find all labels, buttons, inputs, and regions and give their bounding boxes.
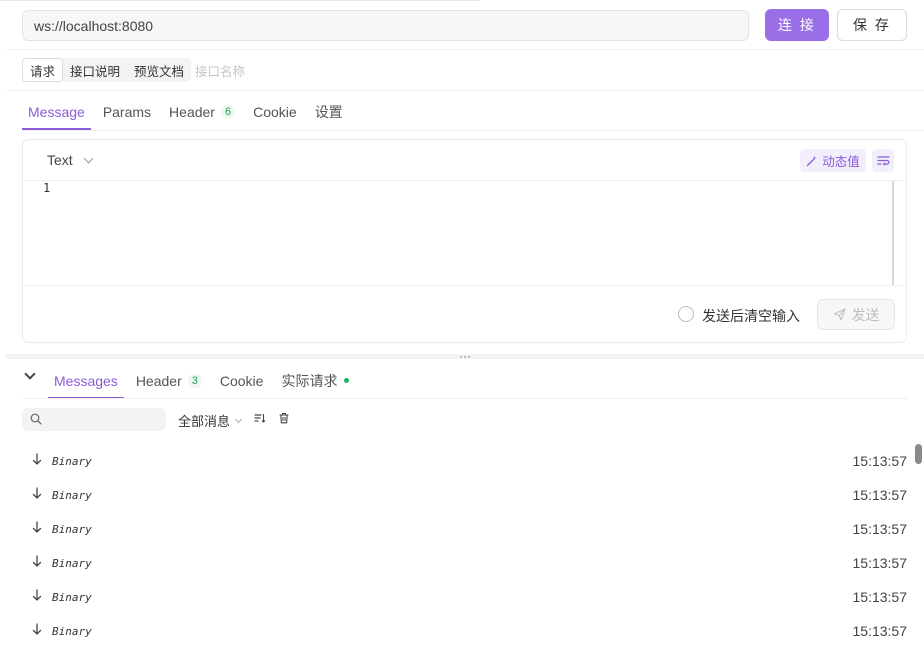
arrow-down-icon: [32, 521, 42, 533]
chevron-down-icon: [234, 415, 243, 423]
list-item[interactable]: Binary 15:13:57: [22, 614, 912, 648]
editor-scrollbar[interactable]: [892, 181, 894, 285]
magic-wand-icon: [807, 155, 817, 166]
message-type-select[interactable]: Text: [47, 152, 94, 168]
text-wrap-icon: [876, 156, 890, 166]
tab-message[interactable]: Message: [22, 94, 91, 130]
subtab-request[interactable]: 请求: [22, 58, 64, 82]
list-item[interactable]: Binary 15:13:57: [22, 546, 912, 580]
tab-actual-request[interactable]: 实际请求: [275, 362, 355, 399]
subtab-api-description[interactable]: 接口说明: [63, 58, 128, 82]
request-tabs: Message Params Header 6 Cookie 设置: [22, 94, 355, 130]
paper-plane-icon: [832, 308, 846, 321]
divider: [22, 130, 924, 131]
message-kind: Binary: [52, 591, 92, 604]
text-wrap-button[interactable]: [872, 149, 894, 172]
divider: [23, 285, 906, 286]
message-time: 15:13:57: [852, 487, 908, 503]
arrow-down-icon: [32, 623, 42, 635]
tab-messages[interactable]: Messages: [48, 362, 124, 399]
message-kind: Binary: [52, 455, 92, 468]
message-editor: Text 动态值 1 发送后清空输入 发送: [22, 139, 907, 343]
message-time: 15:13:57: [852, 589, 908, 605]
chevron-down-icon: [83, 153, 94, 163]
divider: [6, 90, 924, 91]
message-time: 15:13:57: [852, 555, 908, 571]
sort-icon[interactable]: [254, 412, 266, 424]
message-search-input[interactable]: [22, 408, 166, 431]
tab-response-header[interactable]: Header 3: [130, 362, 208, 399]
top-divider: [0, 0, 480, 1]
send-button[interactable]: 发送: [817, 299, 895, 330]
search-icon: [30, 413, 42, 425]
doc-subtabs: 请求 接口说明 预览文档 接口名称: [22, 58, 245, 82]
message-time: 15:13:57: [852, 521, 908, 537]
message-kind: Binary: [52, 523, 92, 536]
list-item[interactable]: Binary 15:13:57: [22, 478, 912, 512]
list-item[interactable]: Binary 15:13:57: [22, 512, 912, 546]
arrow-down-icon: [32, 487, 42, 499]
list-item[interactable]: Binary 15:13:57: [22, 580, 912, 614]
tab-params[interactable]: Params: [97, 94, 157, 130]
subtab-preview-doc[interactable]: 预览文档: [127, 58, 192, 82]
status-dot: [344, 378, 350, 383]
message-list: Binary 15:13:57 Binary 15:13:57 Binary 1…: [22, 444, 912, 648]
response-tabs: Messages Header 3 Cookie 实际请求: [48, 362, 361, 399]
message-time: 15:13:57: [852, 623, 908, 639]
message-time: 15:13:57: [852, 453, 908, 469]
code-editor[interactable]: 1: [23, 181, 906, 285]
websocket-request-panel: ws://localhost:8080 连 接 保 存 请求 接口说明 预览文档…: [0, 0, 924, 659]
chevron-down-icon[interactable]: [24, 368, 36, 380]
tab-header[interactable]: Header 6: [163, 94, 241, 130]
drag-handle-icon[interactable]: ···: [459, 350, 471, 362]
arrow-down-icon: [32, 453, 42, 465]
connect-button[interactable]: 连 接: [765, 9, 829, 41]
message-filter-select[interactable]: 全部消息: [178, 411, 243, 430]
response-header-count-badge: 3: [187, 373, 202, 388]
clear-after-send-checkbox[interactable]: [678, 306, 694, 322]
message-kind: Binary: [52, 489, 92, 502]
tab-cookie[interactable]: Cookie: [247, 94, 303, 130]
dynamic-value-button[interactable]: 动态值: [800, 149, 866, 172]
arrow-down-icon: [32, 589, 42, 601]
line-number: 1: [43, 181, 51, 195]
tab-response-cookie[interactable]: Cookie: [214, 362, 270, 399]
url-value: ws://localhost:8080: [34, 17, 154, 34]
header-count-badge: 6: [220, 105, 236, 119]
tab-settings[interactable]: 设置: [309, 94, 349, 130]
message-list-scrollbar[interactable]: [915, 444, 922, 464]
arrow-down-icon: [32, 555, 42, 567]
list-item[interactable]: Binary 15:13:57: [22, 444, 912, 478]
divider: [22, 398, 907, 399]
clear-after-send-label: 发送后清空输入: [702, 308, 800, 324]
save-button[interactable]: 保 存: [837, 9, 907, 41]
api-name-input[interactable]: 接口名称: [195, 61, 245, 80]
message-kind: Binary: [52, 625, 92, 638]
message-kind: Binary: [52, 557, 92, 570]
url-input[interactable]: ws://localhost:8080: [22, 10, 749, 41]
trash-icon[interactable]: [278, 412, 290, 424]
divider: [6, 49, 924, 50]
